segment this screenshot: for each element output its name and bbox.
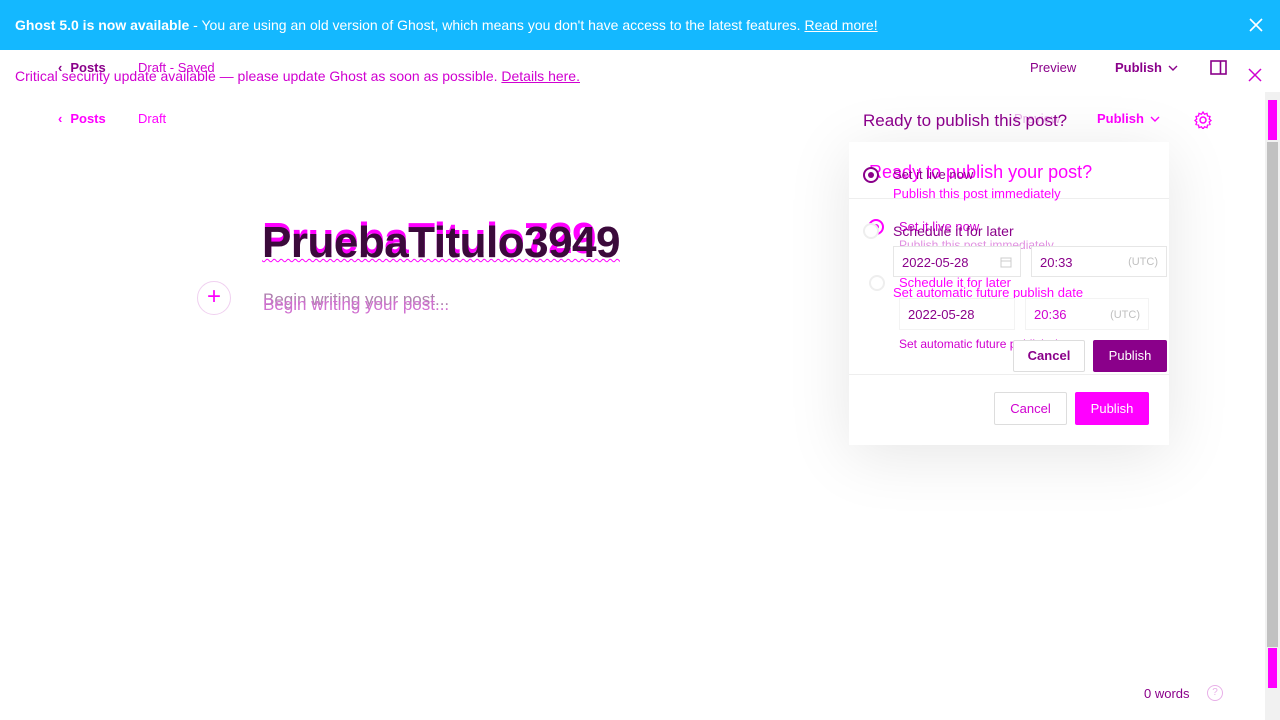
sidebar-toggle-icon[interactable]: [1210, 60, 1227, 75]
editor-body-placeholder[interactable]: Begin writing your post...: [263, 295, 449, 315]
timezone-label-secondary: (UTC): [1110, 309, 1140, 321]
cancel-button[interactable]: Cancel: [1013, 340, 1085, 372]
time-value-secondary: 20:36: [1034, 307, 1067, 322]
cancel-button-secondary[interactable]: Cancel: [994, 392, 1067, 425]
help-icon[interactable]: ?: [1207, 685, 1223, 701]
chevron-down-icon: [1168, 65, 1178, 71]
word-count: 0 words: [1144, 686, 1190, 701]
critical-text: Critical security update available — ple…: [15, 68, 502, 84]
schedule-later-label[interactable]: Schedule it for later: [893, 223, 1014, 239]
set-live-now-description: Publish this post immediately: [893, 186, 1061, 201]
date-input-secondary[interactable]: 2022-05-28: [899, 298, 1015, 330]
draft-status: Draft: [138, 111, 167, 126]
publish-button[interactable]: Publish: [1093, 340, 1167, 372]
chevron-down-icon: [1150, 116, 1160, 122]
schedule-later-radio-secondary[interactable]: [869, 275, 885, 291]
time-value: 20:33: [1040, 255, 1073, 270]
back-to-posts-link-secondary[interactable]: ‹ Posts: [58, 111, 106, 126]
calendar-icon: [1000, 257, 1012, 268]
critical-update-notice: Critical security update available — ple…: [15, 68, 580, 84]
settings-gear-icon[interactable]: [1194, 111, 1212, 129]
help-glyph: ?: [1212, 687, 1218, 698]
banner-read-more-link[interactable]: Read more!: [804, 17, 877, 33]
banner-text: - You are using an old version of Ghost,…: [189, 17, 805, 33]
set-live-now-label[interactable]: Set it live now: [893, 167, 973, 182]
publish-label-secondary: Publish: [1097, 111, 1144, 126]
publish-label: Publish: [1115, 60, 1162, 75]
publish-menu-button-secondary[interactable]: Publish: [1097, 111, 1160, 126]
scrollbar-highlight: [1268, 648, 1277, 688]
post-title-input[interactable]: PruebaTitulo3949: [262, 218, 621, 268]
date-value: 2022-05-28: [902, 255, 969, 270]
chevron-left-icon: ‹: [58, 111, 63, 126]
schedule-later-radio[interactable]: [863, 223, 879, 239]
update-banner: Ghost 5.0 is now available - You are usi…: [0, 0, 1280, 50]
date-value-secondary: 2022-05-28: [908, 307, 975, 322]
date-input[interactable]: 2022-05-28: [893, 246, 1021, 277]
posts-label-secondary: Posts: [70, 111, 106, 126]
scrollbar-highlight: [1268, 100, 1277, 140]
time-input[interactable]: 20:33 (UTC): [1031, 246, 1167, 277]
divider: [849, 374, 1169, 375]
close-icon[interactable]: [1248, 17, 1264, 33]
plus-icon: +: [206, 283, 221, 310]
close-icon[interactable]: [1248, 68, 1262, 82]
set-live-now-radio[interactable]: [863, 167, 879, 183]
banner-title: Ghost 5.0 is now available: [15, 17, 190, 33]
timezone-label: (UTC): [1128, 256, 1158, 268]
preview-button[interactable]: Preview: [1030, 60, 1076, 75]
time-input-secondary[interactable]: 20:36 (UTC): [1025, 298, 1149, 330]
add-card-button[interactable]: +: [197, 281, 231, 315]
publish-menu-heading: Ready to publish this post?: [863, 111, 1068, 130]
publish-button-secondary[interactable]: Publish: [1075, 392, 1149, 425]
critical-details-link[interactable]: Details here.: [501, 68, 580, 84]
scrollbar-thumb[interactable]: [1267, 142, 1278, 647]
publish-menu-button[interactable]: Publish: [1115, 60, 1178, 75]
